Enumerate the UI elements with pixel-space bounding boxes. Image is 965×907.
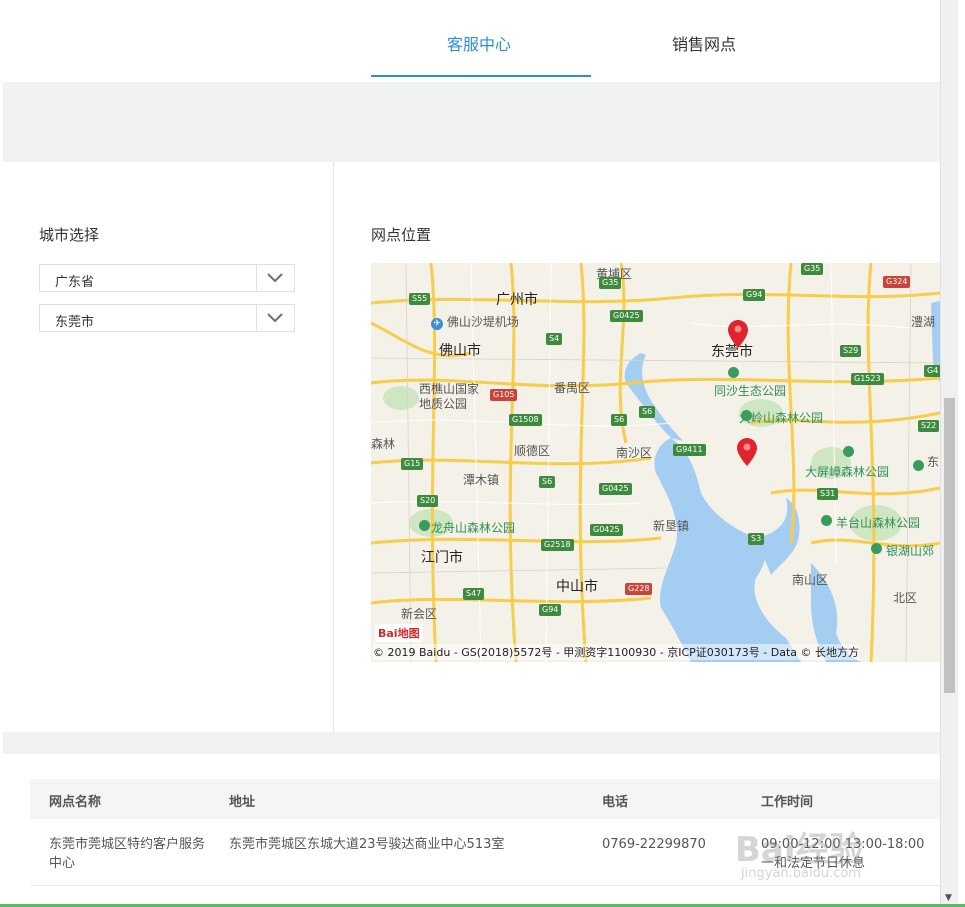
tab-bar: 客服中心 销售网点 <box>0 0 940 82</box>
road-shield: G1508 <box>509 414 542 426</box>
road-shield: G9411 <box>673 444 706 456</box>
chevron-down-icon <box>267 273 283 283</box>
scroll-down-arrow-icon[interactable]: ▼ <box>945 893 952 903</box>
road-shield: S55 <box>409 293 431 305</box>
map-label-tongsha-park: 同沙生态公园 <box>714 384 787 398</box>
road-shield: S31 <box>817 488 839 500</box>
city-select-title: 城市选择 <box>39 226 100 244</box>
road-shield: G1523 <box>851 373 884 385</box>
map-label-panyu: 番禺区 <box>554 381 591 395</box>
road-shield: G4 <box>924 365 940 377</box>
city-dropdown-toggle[interactable] <box>256 305 294 331</box>
map-label-airport: ✈ 佛山沙堤机场 <box>431 313 519 330</box>
tree-icon <box>871 543 882 554</box>
map-label-dapingzhang-park: 大屏嶂森林公园 <box>805 465 890 479</box>
active-tab-indicator <box>371 75 591 77</box>
road-shield: G35 <box>801 263 824 275</box>
road-shield: G0425 <box>610 310 643 322</box>
tree-icon <box>741 410 752 421</box>
road-shield: G228 <box>625 583 653 595</box>
province-value: 广东省 <box>55 275 95 290</box>
road-shield: S6 <box>639 406 656 418</box>
scrollbar-thumb[interactable] <box>944 398 955 693</box>
road-shield: S6 <box>611 414 628 426</box>
map-copyright: © 2019 Baidu - GS(2018)5572号 - 甲测资字11009… <box>373 644 860 660</box>
map-label-forest-edge: 森林 <box>371 437 396 451</box>
map-label-tanmu: 潭木镇 <box>463 473 500 487</box>
airport-name: 佛山沙堤机场 <box>446 315 519 329</box>
road-shield: G0425 <box>599 483 632 495</box>
watermark-text: Bai经验 <box>735 830 864 870</box>
province-dropdown-toggle[interactable] <box>256 265 294 291</box>
map-label-xiqiao-2: 地质公园 <box>419 397 468 411</box>
map-label-shunde: 顺德区 <box>514 444 551 458</box>
map-label-nansha: 南沙区 <box>616 446 653 460</box>
tab-sales-outlets[interactable]: 销售网点 <box>672 31 736 55</box>
map-label-jiangmen: 江门市 <box>421 550 463 566</box>
city-select[interactable]: 东莞市 <box>39 304 295 332</box>
map-label-nanshan: 南山区 <box>792 573 829 587</box>
road-shield: S3 <box>748 533 765 545</box>
road-shield: G15 <box>401 458 424 470</box>
road-shield: G94 <box>539 604 562 616</box>
road-shield: G0425 <box>590 524 623 536</box>
road-shield: G105 <box>490 389 518 401</box>
tree-icon <box>843 446 854 457</box>
header-outlet-name: 网点名称 <box>49 795 102 810</box>
section-separator <box>3 732 940 754</box>
road-shield: S4 <box>546 333 563 345</box>
map-label-xinken: 新垦镇 <box>653 519 690 533</box>
city-value: 东莞市 <box>55 315 95 330</box>
chevron-down-icon <box>267 313 283 323</box>
road-shield: G35 <box>599 277 622 289</box>
location-pin-icon[interactable] <box>728 320 748 348</box>
cell-address: 东莞市莞城区东城大道23号骏达商业中心513室 <box>229 837 505 852</box>
tree-icon <box>728 367 739 378</box>
map-label-zhongshan: 中山市 <box>556 579 598 595</box>
watermark-url: jingyan.baidu.com <box>741 866 861 881</box>
baidu-map[interactable]: 广州市 佛山市 东莞市 黄埔区 番禺区 顺德区 南沙区 江门市 中山市 新会区 … <box>371 263 940 662</box>
tree-icon <box>913 460 924 471</box>
province-select[interactable]: 广东省 <box>39 264 295 292</box>
baidu-map-logo: Bai地图 <box>375 624 423 642</box>
location-pin-icon[interactable] <box>737 438 757 466</box>
road-shield: S29 <box>840 345 862 357</box>
road-shield: G324 <box>883 276 911 288</box>
map-label-beiqu: 北区 <box>893 591 918 605</box>
airport-icon: ✈ <box>431 318 443 330</box>
map-label-east-edge: 东 <box>927 455 940 469</box>
map-section-title: 网点位置 <box>371 226 432 244</box>
road-shield: S20 <box>417 495 439 507</box>
map-label-xinhui: 新会区 <box>401 607 438 621</box>
vertical-scrollbar[interactable]: ▼ <box>940 0 958 907</box>
road-shield: S22 <box>918 420 940 432</box>
road-shield: S47 <box>463 588 485 600</box>
banner-area <box>3 82 940 162</box>
map-label-yangtai-park: 羊台山森林公园 <box>836 516 921 530</box>
header-phone: 电话 <box>602 795 629 810</box>
road-shield: G2518 <box>541 539 574 551</box>
page: 客服中心 销售网点 城市选择 广东省 东莞市 网点位置 广州市 佛山市 东莞市 … <box>0 0 940 907</box>
map-label-yinhu-park: 银湖山郊 <box>886 544 935 558</box>
map-label-foshan: 佛山市 <box>439 343 481 359</box>
cell-outlet-name: 东莞市莞城区特约客户服务中心 <box>49 837 206 871</box>
tree-icon <box>821 515 832 526</box>
header-address: 地址 <box>229 795 256 810</box>
map-label-lake: 澧湖 <box>911 315 936 329</box>
cell-phone: 0769-22299870 <box>602 837 706 852</box>
tree-icon <box>419 520 430 531</box>
road-shield: G94 <box>743 289 766 301</box>
road-shield: S6 <box>539 476 556 488</box>
vertical-divider <box>333 162 334 732</box>
baidu-jingyan-watermark: Bai经验 jingyan.baidu.com <box>735 800 940 890</box>
map-label-guangzhou: 广州市 <box>496 292 538 308</box>
map-label-longzhou-park: 龙舟山森林公园 <box>431 521 516 535</box>
tab-customer-service[interactable]: 客服中心 <box>447 31 511 55</box>
